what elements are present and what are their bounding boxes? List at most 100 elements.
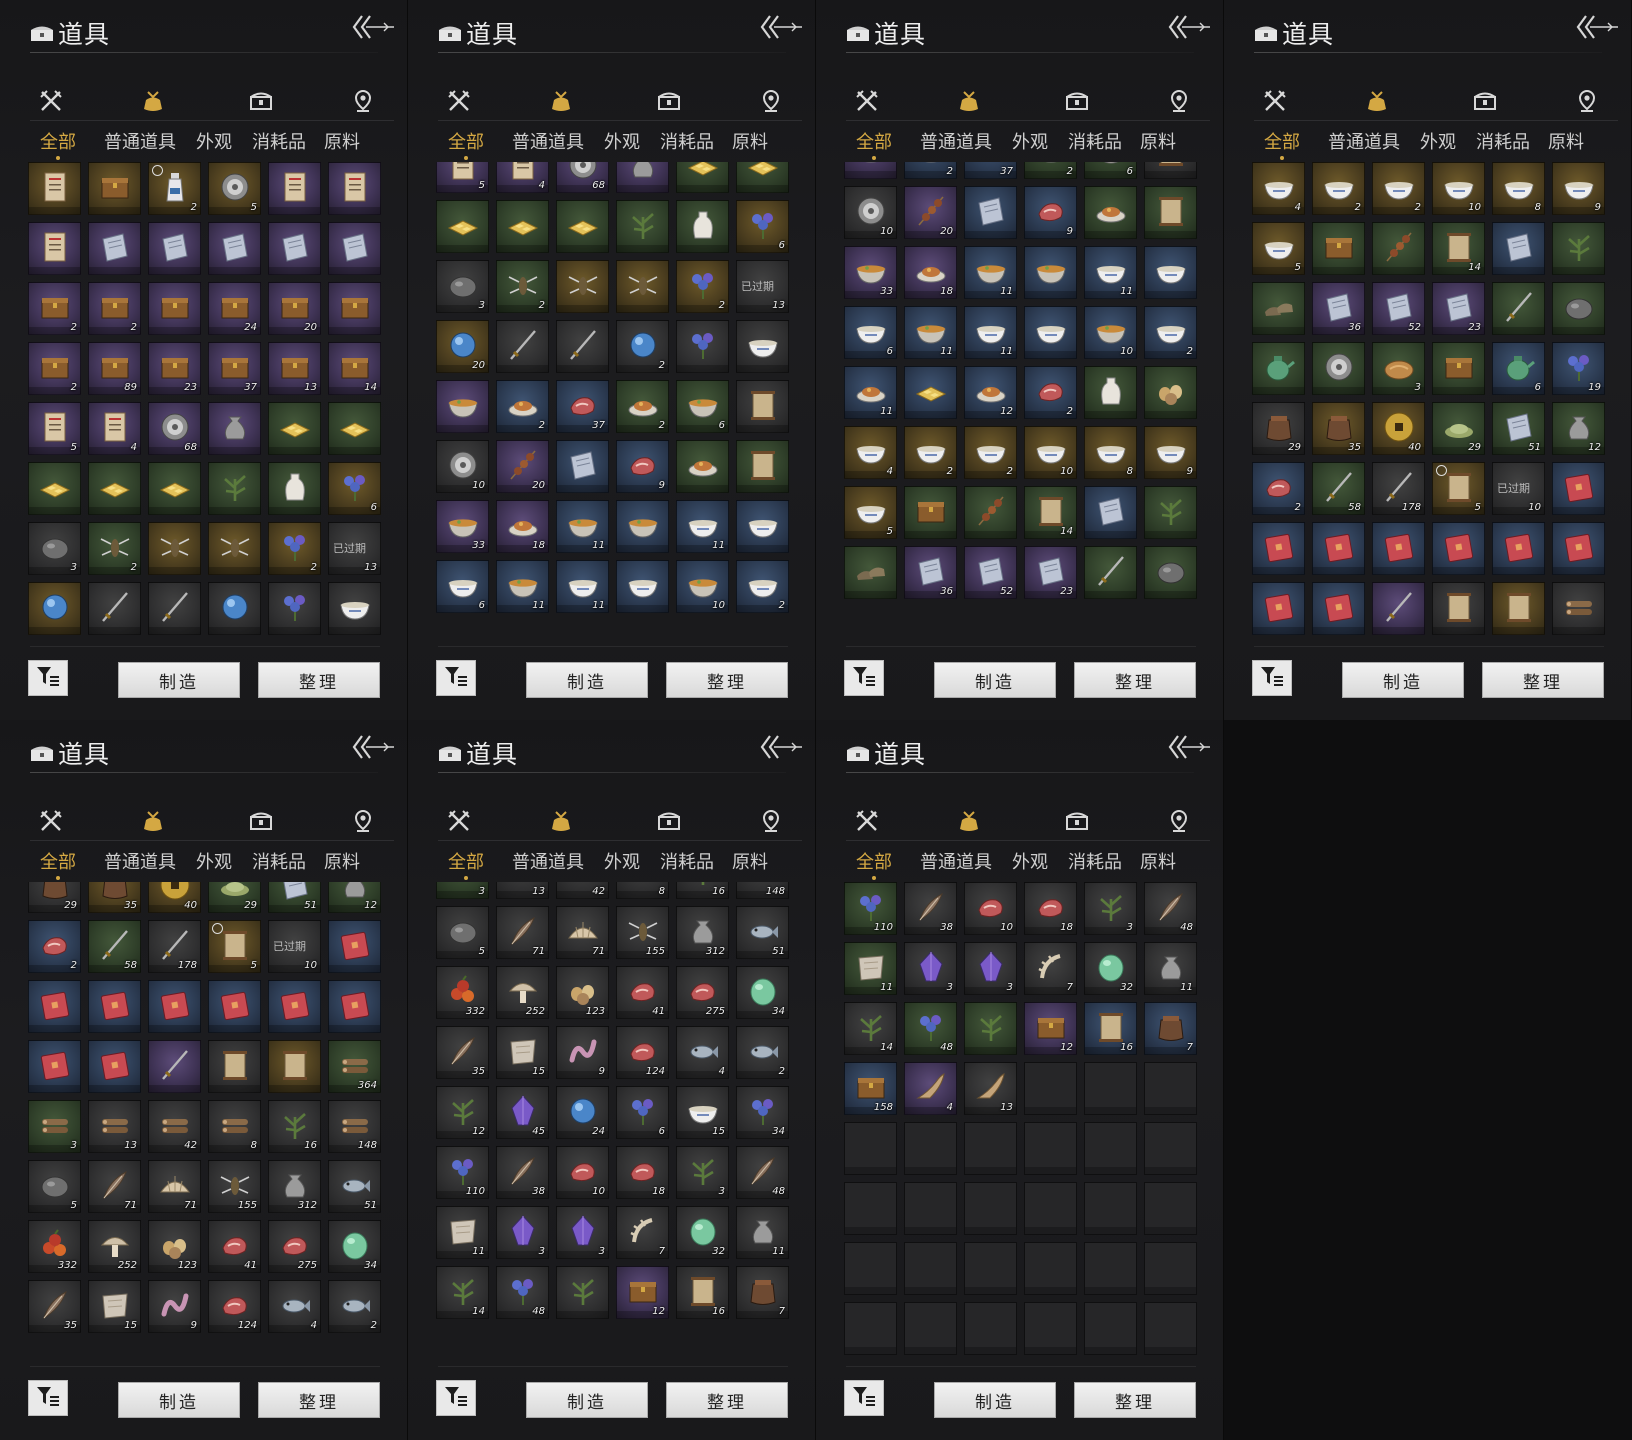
inventory-slot[interactable]: 9 <box>1144 426 1197 479</box>
inventory-slot[interactable]: 332 <box>28 1220 81 1273</box>
inventory-slot[interactable] <box>328 162 381 215</box>
inventory-slot[interactable] <box>28 462 81 515</box>
inventory-slot[interactable]: 252 <box>496 966 549 1019</box>
inventory-slot[interactable]: 32 <box>676 1206 729 1259</box>
inventory-slot[interactable]: 71 <box>148 1160 201 1213</box>
inventory-slot[interactable]: 3 <box>964 942 1017 995</box>
inventory-slot[interactable]: 38 <box>904 882 957 935</box>
craft-button[interactable]: 制造 <box>118 1382 240 1418</box>
inventory-slot[interactable]: 178 <box>1372 462 1425 515</box>
inventory-slot[interactable]: 38 <box>496 1146 549 1199</box>
inventory-slot[interactable] <box>1144 366 1197 419</box>
inventory-slot[interactable]: 5 <box>436 906 489 959</box>
quest-marker-category-icon[interactable] <box>346 804 380 838</box>
weapon-category-icon[interactable] <box>1258 84 1292 118</box>
inventory-slot[interactable]: 2 <box>904 162 957 179</box>
inventory-slot[interactable]: 19 <box>1552 342 1605 395</box>
inventory-slot[interactable]: 24 <box>556 1086 609 1139</box>
weapon-category-icon[interactable] <box>34 84 68 118</box>
inventory-slot[interactable]: 2 <box>1372 162 1425 215</box>
subtab-4[interactable]: 原料 <box>324 848 360 874</box>
inventory-slot[interactable] <box>616 260 669 313</box>
inventory-slot[interactable]: 252 <box>88 1220 141 1273</box>
inventory-slot[interactable]: 2 <box>496 260 549 313</box>
inventory-slot[interactable] <box>1084 486 1137 539</box>
inventory-slot[interactable]: 68 <box>148 402 201 455</box>
inventory-slot[interactable] <box>328 222 381 275</box>
subtab-4[interactable]: 原料 <box>324 128 360 154</box>
inventory-slot[interactable]: 2 <box>676 260 729 313</box>
inventory-slot[interactable]: 148 <box>736 882 789 899</box>
inventory-slot[interactable]: 3 <box>1084 882 1137 935</box>
inventory-slot[interactable]: 14 <box>844 1002 897 1055</box>
inventory-slot[interactable] <box>496 200 549 253</box>
inventory-slot[interactable] <box>148 222 201 275</box>
item-grid[interactable]: 29 35 40 29 51 12 2 58 178 5 已过期 10 364 3 13 42 8 16 148 5 7… <box>28 882 388 1358</box>
inventory-slot[interactable] <box>736 500 789 553</box>
inventory-slot[interactable]: 2 <box>1252 462 1305 515</box>
inventory-slot[interactable]: 12 <box>616 1266 669 1319</box>
inventory-slot[interactable] <box>1432 522 1485 575</box>
inventory-slot[interactable]: 11 <box>556 500 609 553</box>
inventory-slot[interactable] <box>1552 282 1605 335</box>
inventory-slot[interactable]: 18 <box>1024 882 1077 935</box>
inventory-slot[interactable]: 34 <box>328 1220 381 1273</box>
inventory-slot[interactable]: 110 <box>844 882 897 935</box>
inventory-slot[interactable] <box>28 980 81 1033</box>
subtab-4[interactable]: 原料 <box>1140 848 1176 874</box>
inventory-slot[interactable]: 10 <box>1024 426 1077 479</box>
item-bag-category-icon[interactable] <box>136 84 170 118</box>
sort-button[interactable]: 整理 <box>666 662 788 698</box>
inventory-slot[interactable] <box>1432 582 1485 635</box>
inventory-slot[interactable]: 11 <box>964 246 1017 299</box>
inventory-slot[interactable] <box>676 320 729 373</box>
inventory-slot[interactable] <box>88 1040 141 1093</box>
inventory-slot[interactable]: 3 <box>436 882 489 899</box>
subtab-3[interactable]: 消耗品 <box>1068 128 1122 154</box>
inventory-slot[interactable]: 155 <box>616 906 669 959</box>
inventory-slot[interactable] <box>436 380 489 433</box>
inventory-slot[interactable] <box>904 366 957 419</box>
inventory-slot[interactable]: 12 <box>328 882 381 913</box>
inventory-slot[interactable]: 48 <box>1144 882 1197 935</box>
inventory-slot[interactable] <box>436 200 489 253</box>
inventory-slot[interactable]: 16 <box>676 1266 729 1319</box>
inventory-slot[interactable] <box>1552 462 1605 515</box>
inventory-slot[interactable]: 10 <box>436 440 489 493</box>
inventory-slot[interactable] <box>328 980 381 1033</box>
inventory-slot[interactable]: 312 <box>268 1160 321 1213</box>
subtab-3[interactable]: 消耗品 <box>1068 848 1122 874</box>
inventory-slot[interactable] <box>964 186 1017 239</box>
back-arrow-icon[interactable] <box>1574 10 1620 44</box>
inventory-slot[interactable]: 20 <box>496 440 549 493</box>
subtab-0[interactable]: 全部 <box>856 848 892 880</box>
subtab-2[interactable]: 外观 <box>1012 128 1048 154</box>
inventory-slot[interactable]: 14 <box>1024 486 1077 539</box>
inventory-slot[interactable]: 5 <box>28 1160 81 1213</box>
sort-button[interactable]: 整理 <box>1482 662 1604 698</box>
inventory-slot[interactable]: 9 <box>1552 162 1605 215</box>
inventory-slot[interactable]: 2 <box>88 282 141 335</box>
inventory-slot[interactable]: 11 <box>904 306 957 359</box>
inventory-slot[interactable]: 29 <box>28 882 81 913</box>
inventory-slot[interactable]: 11 <box>1144 942 1197 995</box>
inventory-slot[interactable]: 8 <box>616 882 669 899</box>
inventory-slot[interactable]: 29 <box>1252 402 1305 455</box>
inventory-slot[interactable]: 24 <box>208 282 261 335</box>
inventory-slot[interactable] <box>1024 246 1077 299</box>
inventory-slot[interactable]: 40 <box>1372 402 1425 455</box>
inventory-slot[interactable]: 12 <box>1024 1002 1077 1055</box>
inventory-slot[interactable]: 8 <box>1084 426 1137 479</box>
subtab-0[interactable]: 全部 <box>40 848 76 880</box>
inventory-slot[interactable] <box>208 1040 261 1093</box>
inventory-slot[interactable] <box>1084 366 1137 419</box>
inventory-slot[interactable]: 110 <box>436 1146 489 1199</box>
inventory-slot[interactable]: 2 <box>904 426 957 479</box>
item-grid[interactable]: 3 13 42 8 16 148 5 71 71 155 312 51 332 252 123 41 275 34… <box>436 882 796 1358</box>
weapon-category-icon[interactable] <box>850 804 884 838</box>
inventory-slot[interactable] <box>736 162 789 193</box>
inventory-slot[interactable] <box>1144 186 1197 239</box>
inventory-slot[interactable]: 58 <box>88 920 141 973</box>
inventory-slot[interactable]: 51 <box>268 882 321 913</box>
item-bag-category-icon[interactable] <box>544 84 578 118</box>
